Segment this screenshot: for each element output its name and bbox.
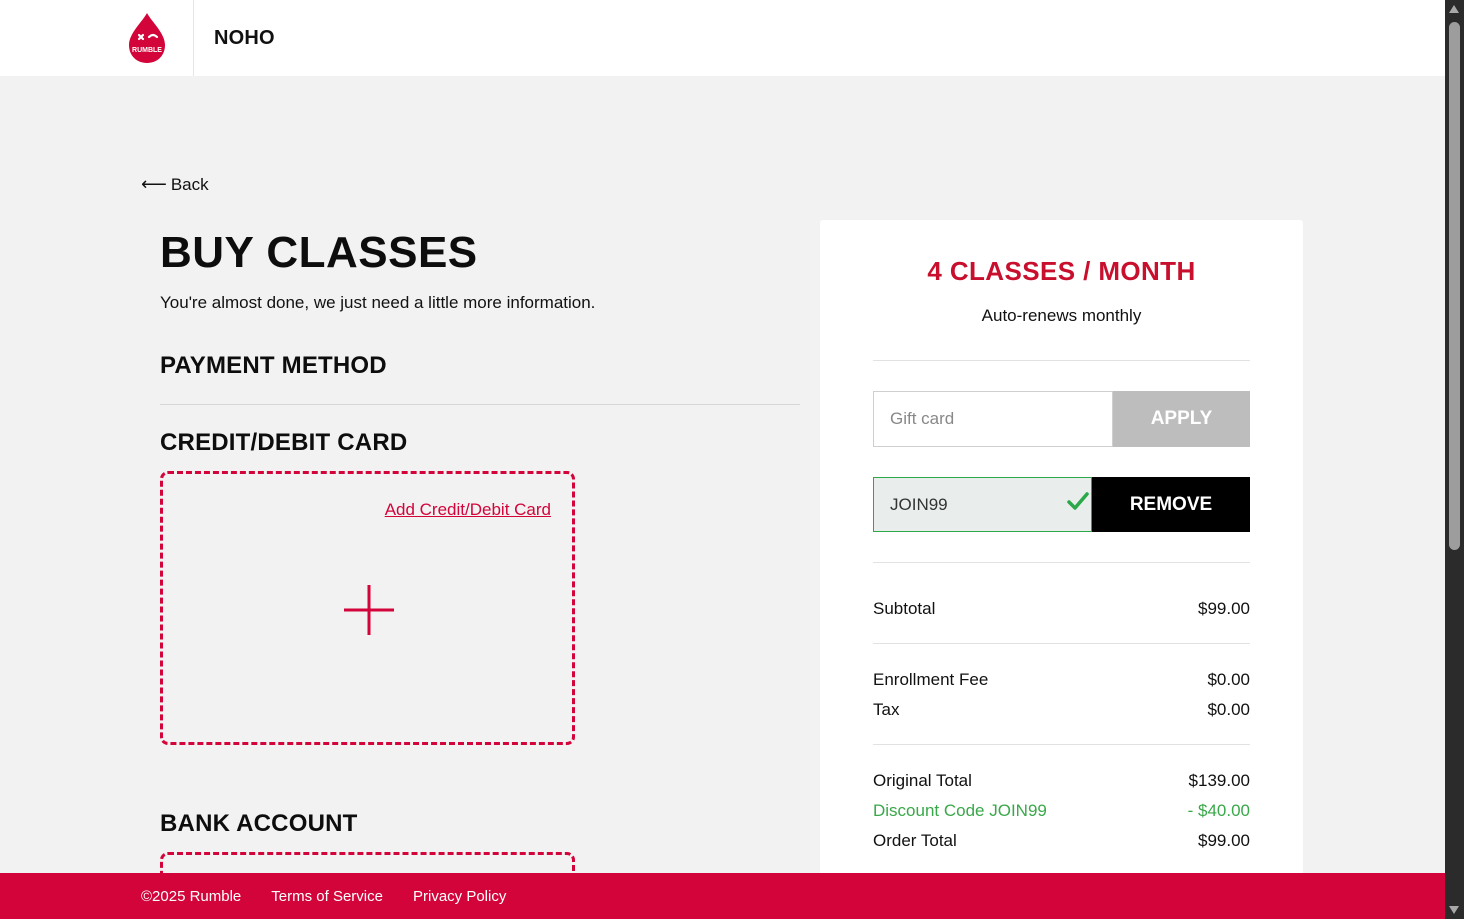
- enrollment-fee-value: $0.00: [1207, 670, 1250, 689]
- logo-text: RUMBLE: [132, 47, 162, 54]
- subtotal-value: $99.00: [1198, 599, 1250, 618]
- enrollment-fee-label: Enrollment Fee: [873, 670, 989, 689]
- gift-card-input[interactable]: Gift card: [873, 391, 1113, 447]
- plan-name: 4 CLASSES / MONTH: [927, 256, 1196, 286]
- remove-button[interactable]: REMOVE: [1092, 477, 1250, 532]
- payment-method-heading: PAYMENT METHOD: [160, 352, 387, 379]
- discount-value: - $40.00: [1187, 801, 1250, 820]
- privacy-link[interactable]: Privacy Policy: [413, 888, 506, 905]
- order-total-label: Order Total: [873, 831, 957, 850]
- rumble-logo-icon[interactable]: RUMBLE: [125, 11, 169, 65]
- panel-divider: [873, 744, 1250, 745]
- original-total-label: Original Total: [873, 771, 972, 790]
- promo-code-input[interactable]: JOIN99: [873, 477, 1092, 532]
- discount-label: Discount Code JOIN99: [873, 801, 1047, 820]
- order-total-row: Order Total $99.00: [873, 831, 1250, 851]
- location-name[interactable]: NOHO: [214, 27, 275, 50]
- footer: ©2025 Rumble Terms of Service Privacy Po…: [0, 873, 1445, 919]
- panel-divider: [873, 360, 1250, 361]
- subtotal-label: Subtotal: [873, 599, 936, 618]
- original-total-row: Original Total $139.00: [873, 771, 1250, 791]
- section-divider: [160, 404, 800, 405]
- checkmark-icon: [1067, 492, 1089, 510]
- scroll-up-arrow-icon[interactable]: [1449, 5, 1459, 13]
- add-card-box[interactable]: Add Credit/Debit Card: [160, 471, 575, 745]
- plan-renewal-note: Auto-renews monthly: [981, 306, 1142, 325]
- panel-divider: [873, 562, 1250, 563]
- terms-link[interactable]: Terms of Service: [271, 888, 383, 905]
- tax-label: Tax: [873, 700, 900, 719]
- scroll-down-arrow-icon[interactable]: [1449, 906, 1459, 914]
- plus-icon[interactable]: [342, 583, 396, 637]
- add-card-link[interactable]: Add Credit/Debit Card: [385, 500, 551, 520]
- enrollment-fee-row: Enrollment Fee $0.00: [873, 670, 1250, 690]
- logo-container[interactable]: RUMBLE: [0, 0, 194, 76]
- copyright-text: ©2025 Rumble: [141, 887, 242, 905]
- top-bar: RUMBLE NOHO: [0, 0, 1445, 76]
- scrollbar[interactable]: [1445, 0, 1464, 919]
- tax-value: $0.00: [1207, 700, 1250, 719]
- gift-card-placeholder: Gift card: [890, 409, 955, 428]
- page-subtitle: You're almost done, we just need a littl…: [160, 293, 596, 312]
- bank-account-heading: BANK ACCOUNT: [160, 810, 358, 837]
- original-total-value: $139.00: [1188, 771, 1250, 790]
- order-summary-panel: 4 CLASSES / MONTH Auto-renews monthly Gi…: [820, 220, 1303, 900]
- apply-button[interactable]: APPLY: [1113, 391, 1250, 447]
- discount-row: Discount Code JOIN99 - $40.00: [873, 801, 1250, 821]
- scrollbar-thumb[interactable]: [1449, 22, 1460, 550]
- page-title: BUY CLASSES: [160, 228, 478, 277]
- promo-code-value: JOIN99: [890, 494, 948, 514]
- credit-card-heading: CREDIT/DEBIT CARD: [160, 429, 408, 456]
- arrow-left-icon: ⟵: [141, 174, 167, 194]
- back-label: Back: [170, 174, 209, 194]
- back-link[interactable]: ⟵ Back: [141, 174, 209, 195]
- order-total-value: $99.00: [1198, 831, 1250, 850]
- subtotal-row: Subtotal $99.00: [873, 599, 1250, 619]
- panel-divider: [873, 643, 1250, 644]
- tax-row: Tax $0.00: [873, 700, 1250, 720]
